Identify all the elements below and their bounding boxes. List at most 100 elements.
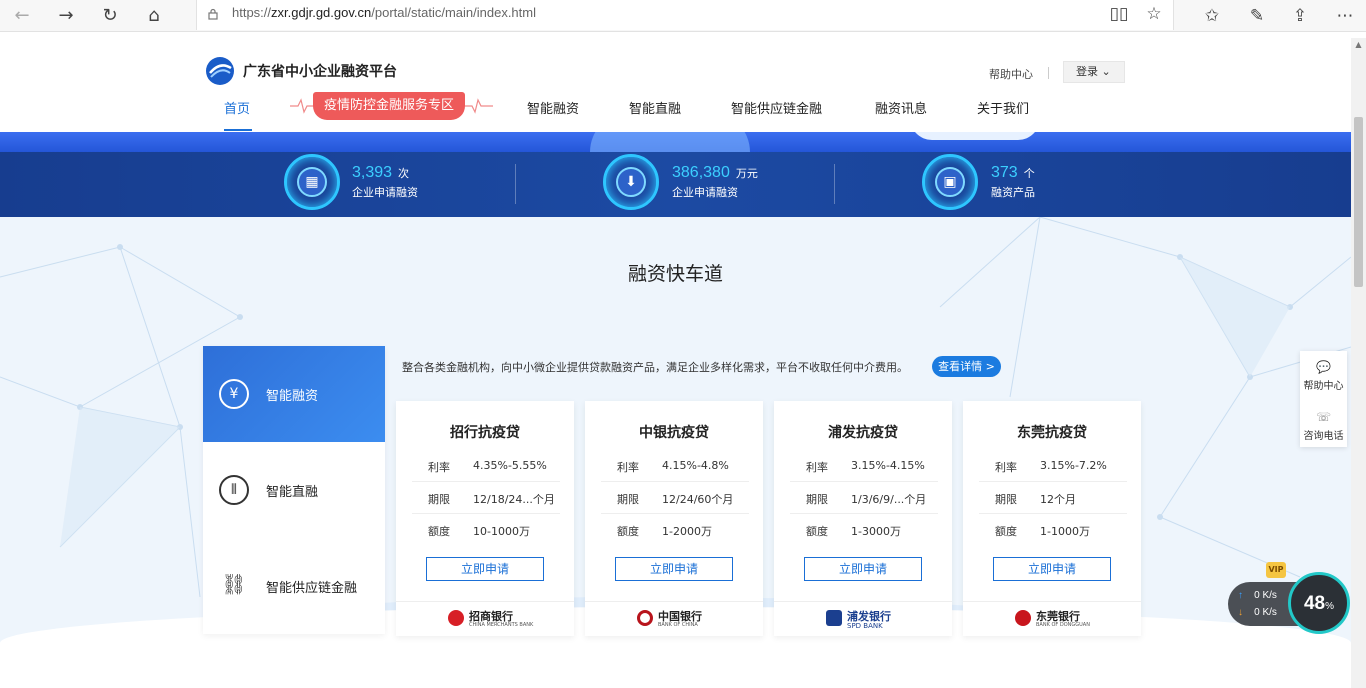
cmb-logo-icon xyxy=(448,610,464,626)
amount-value: 10-1000万 xyxy=(473,525,530,538)
term-row: 期限 1/3/6/9/...个月 xyxy=(790,482,938,514)
yuan-icon: ¥ xyxy=(219,379,249,409)
page: 广东省中小企业融资平台 帮助中心 登录 ⌄ 首页 疫情防控金融服务专区 智能融资… xyxy=(0,38,1351,688)
bank-logo: 浦发银行 SPD BANK xyxy=(774,601,952,636)
term-row: 期限 12/24/60个月 xyxy=(601,482,749,514)
float-consult-phone[interactable]: ☏ 咨询电话 xyxy=(1300,410,1347,443)
card-title: 东莞抗疫贷 xyxy=(1017,425,1087,441)
share-icon[interactable]: ⇪ xyxy=(1288,4,1312,28)
card-title: 中银抗疫贷 xyxy=(639,425,709,441)
login-button[interactable]: 登录 ⌄ xyxy=(1063,61,1125,83)
building-icon: ▦ xyxy=(297,167,327,197)
help-center-link[interactable]: 帮助中心 xyxy=(989,66,1033,82)
vip-badge: VIP xyxy=(1266,562,1286,578)
rate-value: 3.15%-7.2% xyxy=(1040,459,1107,472)
float-help-center[interactable]: 💬 帮助中心 xyxy=(1300,360,1347,393)
stat-ring: ▦ xyxy=(284,154,340,210)
amount-value: 1-1000万 xyxy=(1040,525,1090,538)
tab-smart-direct[interactable]: ⦀ 智能直融 xyxy=(203,442,385,538)
category-tabs: ¥ 智能融资 ⦀ 智能直融 ⛓ 智能供应链金融 xyxy=(203,346,385,634)
apply-button[interactable]: 立即申请 xyxy=(426,557,544,581)
tab-label: 智能直融 xyxy=(266,485,319,500)
stat-applications-value: 3,393 次 xyxy=(352,164,410,181)
more-icon[interactable]: ⋯ xyxy=(1333,4,1357,28)
stat-ring: ⬇ xyxy=(603,154,659,210)
site-logo-icon[interactable] xyxy=(205,56,235,86)
card-title: 招行抗疫贷 xyxy=(450,425,520,441)
back-arrow-icon[interactable]: ← xyxy=(10,4,34,28)
nav-smart-financing[interactable]: 智能融资 xyxy=(527,98,579,117)
term-value: 1/3/6/9/...个月 xyxy=(851,493,927,506)
nav-supply-chain[interactable]: 智能供应链金融 xyxy=(731,98,822,117)
memory-gauge[interactable]: 48% xyxy=(1288,572,1350,634)
amount-value: 1-2000万 xyxy=(662,525,712,538)
tab-smart-financing[interactable]: ¥ 智能融资 xyxy=(203,346,385,442)
scroll-up-arrow-icon[interactable]: ▲ xyxy=(1352,40,1365,52)
rate-row: 利率 3.15%-4.15% xyxy=(790,450,938,482)
apply-button[interactable]: 立即申请 xyxy=(993,557,1111,581)
stats-bar: ▦ 3,393 次 企业申请融资 ⬇ 386,380 万元 企业申请融资 ▣ 373… xyxy=(0,152,1351,217)
view-details-button[interactable]: 查看详情 > xyxy=(932,356,1001,377)
amount-row: 额度 1-2000万 xyxy=(617,525,712,538)
stat-products-label: 融资产品 xyxy=(991,186,1035,199)
rate-row: 利率 3.15%-7.2% xyxy=(979,450,1127,482)
term-value: 12/18/24...个月 xyxy=(473,493,555,506)
stat-amount-value: 386,380 万元 xyxy=(672,164,758,181)
nav-news[interactable]: 融资讯息 xyxy=(875,98,927,117)
rate-row: 利率 4.15%-4.8% xyxy=(601,450,749,482)
download-arrow-icon: ↓ xyxy=(1238,607,1243,618)
loan-card: 招行抗疫贷 利率 4.35%-5.55% 期限 12/18/24...个月 额度 10… xyxy=(396,401,574,636)
tab-label: 智能供应链金融 xyxy=(266,581,358,596)
rate-value: 4.35%-5.55% xyxy=(473,459,547,472)
amount-row: 额度 10-1000万 xyxy=(428,525,530,538)
stat-applications-label: 企业申请融资 xyxy=(352,186,418,199)
phone-icon: ☏ xyxy=(1315,410,1331,424)
download-arrow-icon: ⬇ xyxy=(616,167,646,197)
boc-logo-icon xyxy=(637,610,653,626)
spd-logo-icon xyxy=(826,610,842,626)
bank-logo: 东莞银行 BANK OF DONGGUAN xyxy=(963,601,1141,636)
stat-ring: ▣ xyxy=(922,154,978,210)
lock-icon xyxy=(208,8,218,20)
refresh-icon[interactable]: ↻ xyxy=(98,4,122,28)
nav-about[interactable]: 关于我们 xyxy=(977,98,1029,117)
section-title: 融资快车道 xyxy=(627,263,723,285)
tab-supply-chain[interactable]: ⛓ 智能供应链金融 xyxy=(203,538,385,634)
term-row: 期限 12/18/24...个月 xyxy=(412,482,560,514)
forward-arrow-icon[interactable]: → xyxy=(54,4,78,28)
signal-icon: ⦀ xyxy=(219,475,249,505)
address-bar[interactable]: https://zxr.gdjr.gd.gov.cn/portal/static… xyxy=(196,0,1174,30)
covid-finance-zone-button[interactable]: 疫情防控金融服务专区 xyxy=(313,92,465,120)
gauge-percent: 48 xyxy=(1303,593,1326,614)
apply-button[interactable]: 立即申请 xyxy=(615,557,733,581)
term-value: 12个月 xyxy=(1040,493,1076,506)
chat-bubble-icon: 💬 xyxy=(1316,360,1331,374)
site-title[interactable]: 广东省中小企业融资平台 xyxy=(243,61,397,81)
rate-row: 利率 4.35%-5.55% xyxy=(412,450,560,482)
loan-card: 中银抗疫贷 利率 4.15%-4.8% 期限 12/24/60个月 额度 1-2000… xyxy=(585,401,763,636)
rate-value: 3.15%-4.15% xyxy=(851,459,925,472)
favorite-star-icon[interactable]: ☆ xyxy=(1142,2,1166,26)
favorites-icon[interactable]: ✩ xyxy=(1200,4,1224,28)
link-icon: ⛓ xyxy=(221,572,247,596)
reading-view-icon[interactable]: ▯▯ xyxy=(1107,2,1131,26)
apply-button[interactable]: 立即申请 xyxy=(804,557,922,581)
promo-decor-left xyxy=(290,98,314,114)
amount-value: 1-3000万 xyxy=(851,525,901,538)
nav-smart-direct[interactable]: 智能直融 xyxy=(629,98,681,117)
site-header: 广东省中小企业融资平台 帮助中心 登录 ⌄ 首页 疫情防控金融服务专区 智能融资… xyxy=(0,38,1351,132)
nav-home[interactable]: 首页 xyxy=(224,98,250,117)
promo-decor-right xyxy=(465,98,493,114)
home-icon[interactable]: ⌂ xyxy=(142,4,166,28)
url-text: https://zxr.gdjr.gd.gov.cn/portal/static… xyxy=(232,5,536,20)
tab-label: 智能融资 xyxy=(266,389,319,404)
scrollbar-thumb[interactable] xyxy=(1354,117,1363,287)
amount-row: 额度 1-3000万 xyxy=(806,525,901,538)
pen-icon[interactable]: ✎ xyxy=(1245,4,1269,28)
floating-help-panel: 💬 帮助中心 ☏ 咨询电话 xyxy=(1300,351,1347,447)
loan-card: 东莞抗疫贷 利率 3.15%-7.2% 期限 12个月 额度 1-1000万 立即申请… xyxy=(963,401,1141,636)
card-title: 浦发抗疫贷 xyxy=(828,425,898,441)
term-value: 12/24/60个月 xyxy=(662,493,734,506)
dgb-logo-icon xyxy=(1015,610,1031,626)
section-description: 整合各类金融机构，向中小微企业提供贷款融资产品，满足企业多样化需求，平台不收取任… xyxy=(402,361,908,374)
